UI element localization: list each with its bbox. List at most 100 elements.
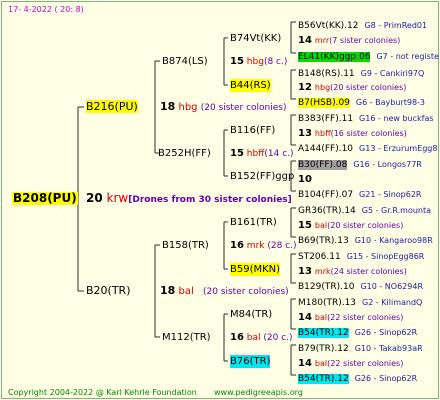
gen4-drone-info: 15 bal(20 sister colonies): [298, 216, 403, 232]
gen4-note: (7 sister colonies): [329, 36, 401, 45]
gen4-breeder-link[interactable]: G6 - Bayburt98-3: [356, 98, 425, 107]
gen3-queen-1[interactable]: B74Vt(KK): [230, 32, 281, 45]
gen2-1-generation: 15: [230, 56, 244, 67]
gen2-3-note: (28 c.): [267, 241, 297, 251]
gen4-breeder-link[interactable]: G26 - Sinop62R: [355, 328, 417, 337]
root-code: krw: [106, 191, 129, 205]
gen2-2-code: hbff: [246, 149, 265, 159]
gen2-2-note: (14 c.): [264, 149, 294, 159]
root-drone-info: 20 krw[Drones from 30 sister colonies]: [86, 192, 292, 207]
gen2-queen-1[interactable]: B874(LS): [162, 55, 208, 68]
gen4-queen-row: B54(TR).12 G26 - Sinop62R: [298, 369, 417, 386]
gen2-4-code: bal: [246, 333, 261, 343]
gen1-1-generation: 18: [160, 100, 176, 113]
gen2-3-code: mrk: [246, 241, 265, 251]
gen4-queen-row: B7(HSB).09 G6 - Bayburt98-3: [298, 93, 425, 110]
gen2-3-generation: 16: [230, 240, 244, 251]
gen4-note: (22 sister colonies): [327, 313, 404, 322]
gen4-note: (20 sister colonies): [327, 221, 404, 230]
gen4-queen[interactable]: B56Vt(KK).12: [298, 21, 358, 31]
gen3-queen-4[interactable]: B152(FF)ggp: [230, 170, 294, 183]
gen4-breeder-link[interactable]: G15 - SinopEgg86R: [347, 252, 425, 261]
gen4-code: mrk: [314, 267, 331, 276]
gen4-breeder-link[interactable]: G16 - Longos77R: [353, 160, 422, 169]
gen1-2-code: bal: [178, 286, 194, 297]
gen4-drone-info: 14 bal(22 sister colonies): [298, 308, 403, 324]
gen4-breeder-link[interactable]: G7 - not registe: [376, 52, 438, 61]
gen4-breeder-link[interactable]: G8 - PrimRed01: [364, 21, 427, 30]
gen1-queen-1[interactable]: B216(PU): [86, 100, 138, 113]
gen4-breeder-link[interactable]: G10 - Kangaroo98R: [355, 236, 433, 245]
gen2-4-drone-info: 16 bal (20 c.): [230, 331, 293, 345]
gen4-breeder-link[interactable]: G2 - KilimandQ: [362, 298, 422, 307]
gen3-queen-7[interactable]: M84(TR): [230, 308, 272, 321]
gen4-queen[interactable]: B79(TR).12: [298, 344, 349, 354]
gen4-queen-row: A144(FF).10 G13 - ErzurumEgg8: [298, 139, 437, 156]
gen4-drone-info: 12 hbg(20 sister colonies): [298, 78, 406, 94]
gen4-code: hbg: [314, 83, 331, 92]
gen4-breeder-link[interactable]: G5 - Gr.R.mounta: [362, 206, 431, 215]
gen4-queen-row: B54(TR).12 G26 - Sinop62R: [298, 323, 417, 340]
gen4-breeder-link[interactable]: G21 - Sinop62R: [359, 190, 421, 199]
gen4-queen[interactable]: B54(TR).12: [298, 374, 349, 384]
gen4-queen[interactable]: A144(FF).10: [298, 144, 353, 154]
gen4-queen[interactable]: B104(FF).07: [298, 190, 353, 200]
gen4-breeder-link[interactable]: G10 - Takab93aR: [355, 344, 423, 353]
gen2-3-drone-info: 16 mrk (28 c.): [230, 239, 297, 253]
gen4-queen-row: B129(TR).10 G10 - NO6294R: [298, 277, 423, 294]
gen2-queen-4[interactable]: M112(TR): [162, 331, 211, 344]
gen4-drone-info: 14 bal(22 sister colonies): [298, 354, 403, 370]
gen1-2-drone-info: 18 bal (20 sister colonies): [160, 284, 289, 299]
gen1-1-drone-info: 18 hbg (20 sister colonies): [160, 100, 286, 115]
root-note: [Drones from 30 sister colonies]: [128, 195, 292, 205]
gen4-queen[interactable]: B383(FF).11: [298, 114, 353, 124]
gen2-queen-3[interactable]: B158(TR): [162, 239, 209, 252]
gen4-queen[interactable]: B7(HSB).09: [298, 98, 350, 108]
gen2-queen-2[interactable]: B252H(FF): [158, 147, 211, 160]
gen4-generation: 14: [298, 35, 312, 46]
gen4-queen[interactable]: M180(TR).13: [298, 298, 356, 308]
gen4-queen-row: B104(FF).07 G21 - Sinop62R: [298, 185, 421, 202]
root-queen[interactable]: B208(PU): [12, 192, 78, 205]
gen4-generation: 12: [298, 82, 312, 93]
gen4-note: (16 sister colonies): [330, 129, 407, 138]
gen4-generation: 14: [298, 358, 312, 369]
gen2-2-drone-info: 15 hbff(14 c.): [230, 147, 294, 161]
gen4-code: mrr: [314, 36, 330, 45]
gen4-breeder-link[interactable]: G13 - ErzurumEgg8: [359, 144, 437, 153]
gen2-4-note: (20 c.): [263, 333, 293, 343]
gen3-queen-3[interactable]: B116(FF): [230, 124, 275, 137]
gen4-queen[interactable]: B30(FF).08: [298, 160, 348, 170]
gen4-note: (20 sister colonies): [330, 83, 407, 92]
gen4-breeder-link[interactable]: G26 - Sinop62R: [355, 374, 417, 383]
gen2-1-drone-info: 15 hbg(8 c.): [230, 55, 287, 69]
gen4-queen-row: B69(TR).13 G10 - Kangaroo98R: [298, 231, 433, 248]
gen4-note: (22 sister colonies): [327, 359, 404, 368]
gen4-queen[interactable]: EL41(KK)ggp.06: [298, 52, 371, 62]
gen4-drone-info: 13 mrk(24 sister colonies): [298, 262, 407, 278]
gen1-1-note: (20 sister colonies): [200, 103, 287, 113]
gen4-drone-info: 14 mrr(7 sister colonies): [298, 31, 400, 47]
gen4-queen[interactable]: GR36(TR).14: [298, 206, 356, 216]
gen4-breeder-link[interactable]: G16 - new buckfas: [359, 114, 434, 123]
gen4-queen[interactable]: B69(TR).13: [298, 236, 349, 246]
gen4-queen-row: EL41(KK)ggp.06 G7 - not registe: [298, 47, 439, 64]
gen1-queen-2[interactable]: B20(TR): [86, 284, 131, 297]
gen2-1-note: (8 c.): [263, 57, 288, 67]
gen4-note: (24 sister colonies): [330, 267, 407, 276]
gen4-queen[interactable]: B129(TR).10: [298, 282, 354, 292]
gen4-queen[interactable]: B54(TR).12: [298, 328, 349, 338]
gen3-queen-5[interactable]: B161(TR): [230, 216, 277, 229]
gen3-queen-2[interactable]: B44(RS): [230, 79, 271, 92]
site-link[interactable]: www.pedigreeapis.org: [214, 386, 303, 399]
gen4-code: hbff: [314, 129, 331, 138]
gen4-queen[interactable]: ST206.11: [298, 252, 341, 262]
gen3-queen-8[interactable]: B76(TR): [230, 355, 271, 368]
gen4-breeder-link[interactable]: G9 - Cankiri97Q: [361, 69, 425, 78]
gen4-breeder-link[interactable]: G10 - NO6294R: [360, 282, 423, 291]
gen4-drone-info: 10: [298, 170, 315, 186]
gen3-queen-6[interactable]: B59(MKN): [230, 263, 281, 276]
gen2-2-generation: 15: [230, 148, 244, 159]
gen4-code: bal: [314, 359, 328, 368]
gen4-drone-info: 13 hbff(16 sister colonies): [298, 124, 407, 140]
